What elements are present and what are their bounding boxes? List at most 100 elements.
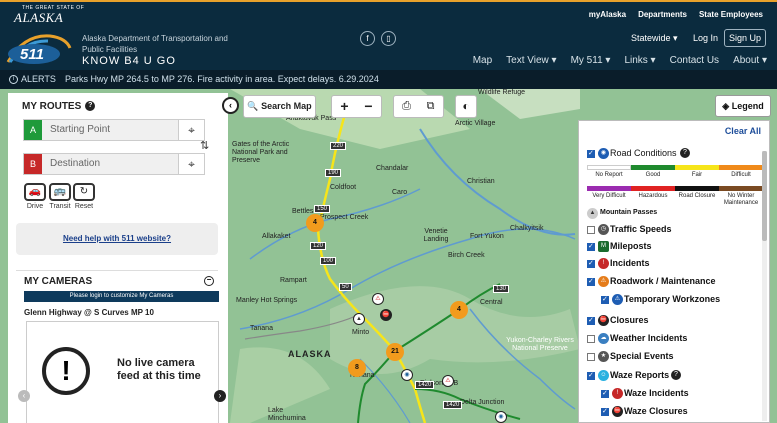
legend-button[interactable]: ◈ Legend — [715, 95, 771, 117]
contrast-icon[interactable]: ◐ — [455, 95, 477, 118]
alert-bar[interactable]: i ALERTS Parks Hwy MP 264.5 to MP 276. F… — [0, 70, 777, 89]
reset-button[interactable]: ↻ Reset — [72, 183, 96, 210]
signup-button[interactable]: Sign Up — [724, 29, 766, 47]
map-label-tanana: Tanana — [250, 325, 273, 332]
util-link-departments[interactable]: Departments — [638, 10, 687, 19]
help-icon[interactable]: ? — [85, 101, 96, 112]
mobile-app-icon[interactable]: ▯ — [381, 31, 396, 46]
region-label: Statewide — [631, 33, 671, 43]
map-label-chalkyitsik: Chalkyitsik — [510, 225, 544, 232]
incident-cluster[interactable]: 21 — [386, 343, 404, 361]
department-name: Alaska Department of Transportation and … — [82, 34, 228, 54]
waze-closures-checkbox[interactable] — [601, 407, 609, 416]
weather-icon: ☁ — [598, 333, 609, 344]
camera-icon[interactable]: ◉ — [495, 411, 507, 423]
rc-swatch-fair — [675, 165, 719, 170]
mileposts-checkbox[interactable] — [587, 242, 595, 251]
roadwork-checkbox[interactable] — [587, 277, 595, 286]
rc-swatch-hazardous — [631, 186, 675, 191]
nav-about[interactable]: About ▾ — [733, 55, 767, 66]
special-events-checkbox[interactable] — [587, 353, 595, 361]
nav-my-511[interactable]: My 511 ▾ — [571, 55, 611, 66]
region-selector[interactable]: Statewide ▾ — [631, 33, 678, 44]
alert-message[interactable]: Parks Hwy MP 264.5 to MP 276. Fire activ… — [65, 70, 379, 89]
closure-icon: ⛔ — [598, 315, 609, 326]
swap-icon[interactable]: ⇅ — [200, 139, 209, 152]
zoom-out-button[interactable]: − — [357, 96, 381, 117]
my-routes-title: MY ROUTES? — [22, 101, 96, 112]
tagline: KNOW B4 U GO — [82, 55, 176, 67]
collapse-panel-icon[interactable]: ‹ — [222, 97, 239, 114]
starting-point-input[interactable]: Starting Point — [50, 124, 110, 135]
legend-scrollbar-thumb[interactable] — [762, 151, 767, 241]
locate-icon[interactable]: ⌖ — [178, 154, 204, 174]
cameras-login-note[interactable]: Please login to customize My Cameras — [24, 291, 219, 302]
roadwork-icon[interactable]: ⚠ — [372, 293, 384, 305]
waze-incidents-checkbox[interactable] — [601, 389, 609, 398]
destination-input[interactable]: Destination — [50, 158, 100, 169]
highway-shield-130: 130 — [493, 285, 510, 293]
zoom-in-button[interactable]: + — [333, 96, 357, 117]
nav-text-view[interactable]: Text View ▾ — [506, 55, 556, 66]
map-label-delta-junction: Delta Junction — [460, 399, 505, 406]
help-icon[interactable]: ? — [671, 370, 681, 380]
incidents-checkbox[interactable] — [587, 259, 595, 268]
511-logo[interactable]: 511 — [4, 28, 76, 70]
rc-label-very-difficult: Very Difficult — [592, 193, 626, 199]
next-camera-icon[interactable]: › — [214, 390, 226, 402]
closures-label: Closures — [610, 315, 649, 325]
transit-button[interactable]: 🚌 Transit — [48, 183, 72, 210]
highway-shield-50: 50 — [339, 283, 352, 291]
util-link-state-employees[interactable]: State Employees — [699, 10, 763, 19]
mountain-pass-icon[interactable]: ▲ — [353, 313, 365, 325]
prev-camera-icon[interactable]: ‹ — [18, 390, 30, 402]
roadwork-icon[interactable]: ⚠ — [442, 375, 454, 387]
starting-point-field[interactable]: A Starting Point ⌖ — [23, 119, 205, 141]
util-link-myalaska[interactable]: myAlaska — [589, 10, 626, 19]
map-label-caro: Caro — [392, 189, 408, 196]
nav-links[interactable]: Links ▾ — [624, 55, 655, 66]
header: THE GREAT STATE OF ALASKA myAlaska Depar… — [0, 0, 777, 70]
car-icon: 🚗 — [24, 183, 46, 201]
incident-cluster[interactable]: 4 — [450, 301, 468, 319]
rc-swatch-no-winter-maintenance — [719, 186, 763, 191]
destination-field[interactable]: B Destination ⌖ — [23, 153, 205, 175]
locate-icon[interactable]: ⌖ — [178, 120, 204, 140]
drive-button[interactable]: 🚗 Drive — [23, 183, 47, 210]
highway-shield-220: 220 — [330, 142, 347, 150]
waze-reports-checkbox[interactable] — [587, 371, 595, 380]
special-event-icon: ★ — [598, 351, 609, 362]
clear-all-link[interactable]: Clear All — [725, 126, 761, 136]
waze-incidents-label: Waze Incidents — [624, 388, 689, 398]
collapse-icon[interactable]: − — [204, 276, 214, 286]
login-link[interactable]: Log In — [693, 33, 718, 43]
alert-info-icon: i — [9, 75, 18, 84]
workzones-label: Temporary Workzones — [624, 294, 721, 304]
incidents-label: Incidents — [610, 258, 650, 268]
nav-map[interactable]: Map — [473, 55, 492, 66]
map-label-venetie-landing: Venetie Landing — [423, 228, 449, 243]
map-view-tools: ⎙ ⧉ — [393, 95, 444, 118]
rc-swatch-no-report — [587, 165, 631, 170]
weather-checkbox[interactable] — [587, 335, 595, 343]
highway-shield-1420b: 1420 — [443, 401, 463, 409]
layers-icon[interactable]: ⧉ — [419, 96, 443, 117]
facebook-icon[interactable]: f — [360, 31, 375, 46]
roadwork-icon: ⚠ — [598, 276, 609, 287]
closures-checkbox[interactable] — [587, 316, 595, 325]
nav-contact-us[interactable]: Contact Us — [670, 55, 719, 66]
camera-icon[interactable]: ◉ — [401, 369, 413, 381]
search-map-button[interactable]: 🔍 Search Map — [243, 95, 316, 118]
workzones-checkbox[interactable] — [601, 295, 609, 304]
incident-cluster[interactable]: 8 — [348, 359, 366, 377]
print-icon[interactable]: ⎙ — [395, 96, 419, 117]
incident-cluster[interactable]: 4 — [306, 214, 324, 232]
help-icon[interactable]: ? — [680, 148, 690, 158]
waze-icon: ☺ — [598, 370, 609, 381]
map-label-fort-yukon: Fort Yukon — [470, 233, 504, 240]
closure-icon[interactable]: ⛔ — [380, 309, 392, 321]
help-link[interactable]: Need help with 511 website? — [16, 223, 218, 255]
traffic-speeds-checkbox[interactable] — [587, 226, 595, 234]
legend-scrollbar[interactable] — [762, 151, 767, 421]
road-conditions-checkbox[interactable] — [587, 149, 595, 158]
